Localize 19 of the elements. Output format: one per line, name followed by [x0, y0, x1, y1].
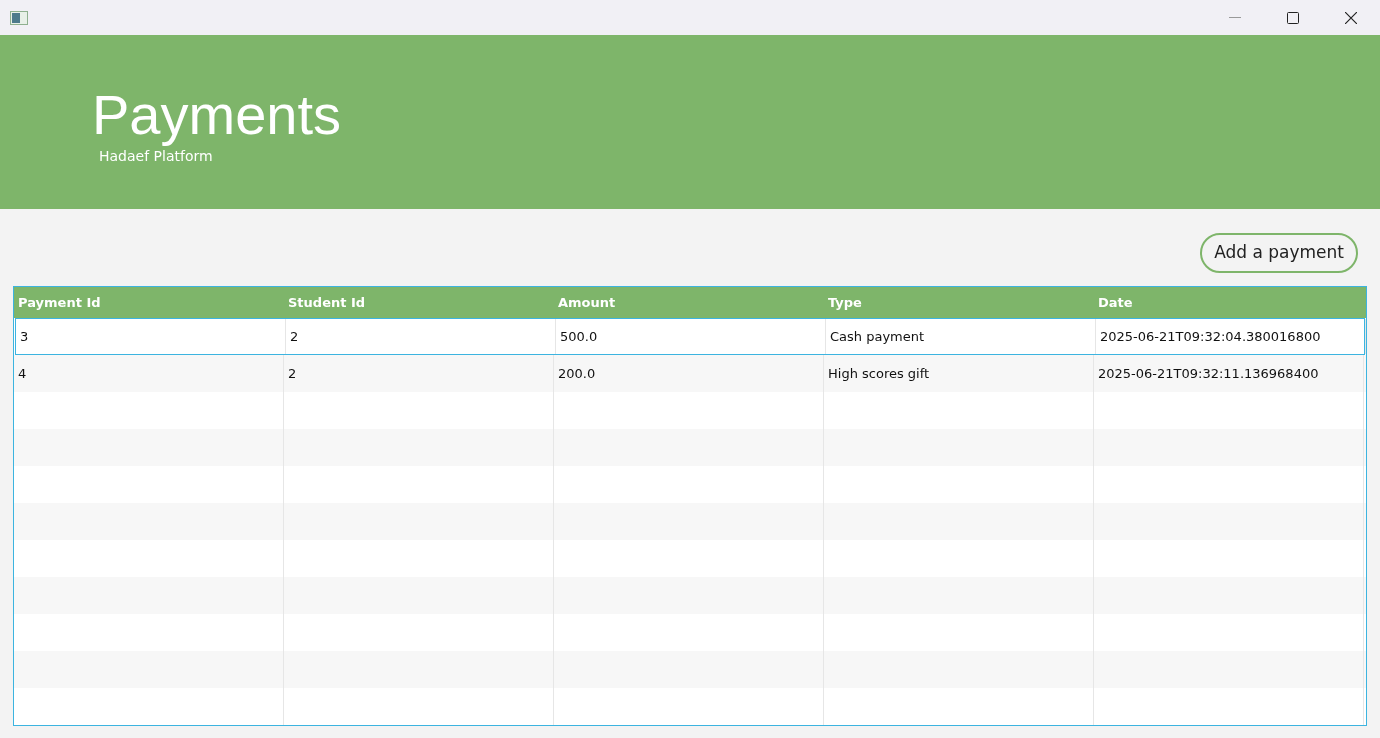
table-cell: 3: [16, 319, 286, 354]
column-header[interactable]: Type: [824, 287, 1094, 318]
table-cell: Cash payment: [826, 319, 1096, 354]
table-cell: 500.0: [556, 319, 826, 354]
minimize-icon: [1229, 17, 1241, 18]
table-row[interactable]: 4 2 200.0 High scores gift 2025-06-21T09:32:11.136968400: [14, 355, 1366, 392]
table-cell: 2025-06-21T09:32:04.380016800: [1096, 319, 1366, 354]
app-icon: [10, 10, 28, 25]
column-header[interactable]: Student Id: [284, 287, 554, 318]
maximize-icon: [1287, 11, 1299, 24]
table-cell: 2: [286, 319, 556, 354]
column-header[interactable]: Payment Id: [14, 287, 284, 318]
table-row[interactable]: 3 2 500.0 Cash payment 2025-06-21T09:32:04.380016800: [15, 318, 1365, 355]
page-title: Payments: [92, 83, 342, 147]
add-payment-button[interactable]: Add a payment: [1200, 233, 1358, 273]
page-subtitle: Hadaef Platform: [99, 147, 214, 165]
close-icon: [1345, 11, 1357, 24]
column-header[interactable]: Amount: [554, 287, 824, 318]
column-header[interactable]: Date: [1094, 287, 1364, 318]
